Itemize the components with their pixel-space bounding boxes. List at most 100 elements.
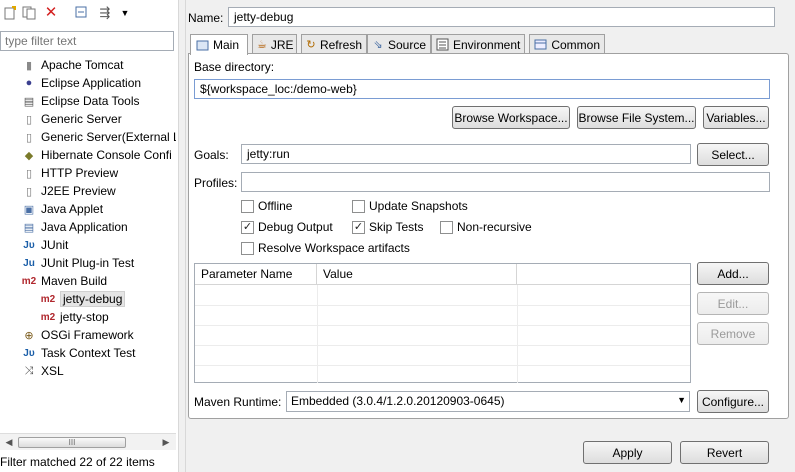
tree-item[interactable]: ● Eclipse Application [21, 74, 141, 92]
parameter-table[interactable]: Parameter Name Value [194, 263, 691, 383]
tree-item[interactable]: ▮ Apache Tomcat [21, 56, 124, 74]
column-header-value[interactable]: Value [317, 264, 517, 285]
filter-status-text: Filter matched 22 of 22 items [0, 455, 155, 469]
view-menu-icon[interactable]: ▼ [117, 5, 133, 21]
osgi-icon: ⊕ [24, 329, 34, 342]
debug-output-checkbox[interactable]: ✓ Debug Output [241, 220, 333, 234]
tree-item[interactable]: ▤ Java Application [21, 218, 128, 236]
new-config-icon[interactable] [2, 5, 18, 21]
checkbox-box[interactable] [352, 199, 365, 213]
tree-item[interactable]: ▯ J2EE Preview [21, 182, 116, 200]
tree-item[interactable]: m2 jetty-stop [40, 308, 109, 326]
tree-item-label: jetty-stop [60, 310, 109, 324]
profiles-field[interactable] [241, 172, 770, 192]
tree-item[interactable]: ▤ Eclipse Data Tools [21, 92, 140, 110]
tree-item[interactable]: ▯ Generic Server(External La [21, 128, 176, 146]
remove-parameter-button[interactable]: Remove [697, 322, 769, 345]
edit-parameter-button[interactable]: Edit... [697, 292, 769, 315]
tree-item-label: Eclipse Data Tools [41, 94, 140, 108]
jre-icon: ☕ [257, 39, 267, 51]
base-directory-label: Base directory: [194, 60, 275, 74]
tab-common[interactable]: Common [529, 34, 605, 54]
server-icon: ▯ [25, 131, 33, 144]
delete-icon[interactable]: ✕ [43, 5, 59, 21]
scroll-left-icon[interactable]: ◀ [3, 436, 15, 449]
tree-item[interactable]: Jυ JUnit [21, 236, 68, 254]
update-snapshots-checkbox[interactable]: Update Snapshots [352, 199, 468, 213]
tree-item[interactable]: Jυ Task Context Test [21, 344, 136, 362]
tree-item-label: Task Context Test [41, 346, 136, 360]
name-label: Name: [188, 11, 224, 25]
environment-icon [436, 38, 449, 52]
tree-item-label: JUnit [41, 238, 69, 252]
launch-config-editor: Name: jetty-debug Main ☕ JRE ↻ Refresh ⇘… [186, 0, 795, 472]
skip-tests-checkbox[interactable]: ✓ Skip Tests [352, 220, 423, 234]
duplicate-icon[interactable] [21, 5, 37, 21]
goals-label: Goals: [194, 148, 229, 162]
maven-runtime-select[interactable]: Embedded (3.0.4/1.2.0.20120903-0645) ▼ [286, 391, 690, 412]
tab-environment[interactable]: Environment [431, 34, 525, 54]
name-field[interactable]: jetty-debug [228, 7, 775, 27]
variables-button[interactable]: Variables... [703, 106, 769, 129]
non-recursive-checkbox[interactable]: Non-recursive [440, 220, 532, 234]
browse-workspace-button[interactable]: Browse Workspace... [452, 106, 570, 129]
chevron-down-icon[interactable]: ▼ [677, 395, 686, 405]
checkbox-label: Debug Output [258, 220, 333, 234]
tab-label: Source [387, 37, 426, 52]
tree-item[interactable]: ▯ HTTP Preview [21, 164, 118, 182]
tree-item[interactable]: m2 Maven Build [21, 272, 107, 290]
tree-item-label: J2EE Preview [41, 184, 116, 198]
scroll-right-icon[interactable]: ▶ [160, 436, 172, 449]
xsl-icon: ⤨ [24, 364, 34, 377]
tree-horizontal-scrollbar[interactable]: ◀ III ▶ [0, 433, 176, 450]
goals-field[interactable]: jetty:run [241, 144, 691, 164]
tree-item[interactable]: ⊕ OSGi Framework [21, 326, 133, 344]
checkbox-box[interactable] [241, 241, 254, 255]
checkbox-label: Skip Tests [369, 220, 424, 234]
tab-refresh[interactable]: ↻ Refresh [301, 34, 367, 54]
tab-label: Main [213, 38, 240, 52]
apply-button[interactable]: Apply [583, 441, 672, 464]
resolve-workspace-checkbox[interactable]: Resolve Workspace artifacts [241, 241, 410, 255]
checkbox-box[interactable] [241, 199, 254, 213]
filter-input[interactable] [0, 31, 174, 51]
select-goals-button[interactable]: Select... [697, 143, 769, 166]
tree-item[interactable]: ▯ Generic Server [21, 110, 122, 128]
tree-item[interactable]: ⤨ XSL [21, 362, 64, 380]
base-directory-field[interactable]: ${workspace_loc:/demo-web} [194, 79, 770, 99]
tab-main[interactable]: Main [190, 34, 248, 55]
scrollbar-thumb[interactable]: III [18, 437, 126, 448]
maven-runtime-value: Embedded (3.0.4/1.2.0.20120903-0645) [291, 394, 505, 408]
launch-config-list-panel: ✕ ⇶ ▼ ▮ Apache Tomcat ● Eclipse Application… [0, 0, 178, 472]
checkbox-box[interactable]: ✓ [241, 220, 254, 234]
tree-item[interactable]: m2 jetty-debug [40, 290, 126, 308]
browse-file-system-button[interactable]: Browse File System... [577, 106, 696, 129]
tab-label: Environment [453, 37, 521, 52]
hibernate-icon: ◆ [24, 149, 34, 162]
revert-button[interactable]: Revert [680, 441, 769, 464]
tab-jre[interactable]: ☕ JRE [252, 34, 297, 54]
tab-source[interactable]: ⇘ Source [367, 34, 431, 54]
junit-icon: Jυ [23, 239, 35, 251]
tree-item-label: Java Application [41, 220, 128, 234]
checkbox-box[interactable] [440, 220, 453, 234]
tree-item-label: JUnit Plug-in Test [41, 256, 135, 270]
tree-item[interactable]: ▣ Java Applet [21, 200, 103, 218]
tree-item[interactable]: Ju JUnit Plug-in Test [21, 254, 134, 272]
checkbox-box[interactable]: ✓ [352, 220, 365, 234]
column-header-parameter-name[interactable]: Parameter Name [195, 264, 317, 285]
add-parameter-button[interactable]: Add... [697, 262, 769, 285]
filter-icon[interactable]: ⇶ [97, 5, 113, 21]
refresh-icon: ↻ [306, 39, 316, 51]
tree-item[interactable]: ◆ Hibernate Console Confi [21, 146, 172, 164]
offline-checkbox[interactable]: Offline [241, 199, 292, 213]
tree-item-label: Maven Build [41, 274, 108, 288]
checkbox-label: Offline [258, 199, 293, 213]
data-tools-icon: ▤ [23, 95, 35, 108]
eclipse-icon: ● [25, 77, 33, 89]
collapse-all-icon[interactable] [74, 5, 90, 21]
server-icon: ▯ [25, 113, 33, 126]
panel-splitter[interactable] [178, 0, 186, 472]
configure-runtime-button[interactable]: Configure... [697, 390, 769, 413]
maven-icon: m2 [40, 293, 56, 305]
